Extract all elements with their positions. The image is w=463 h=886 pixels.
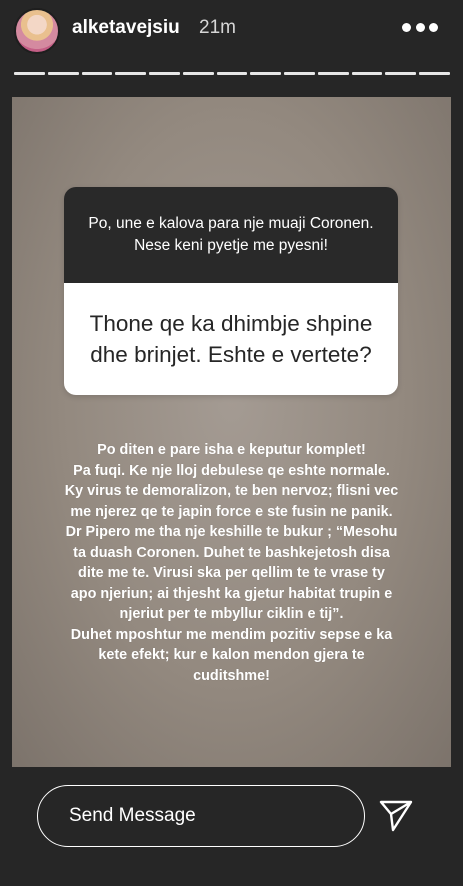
question-prompt: Po, une e kalova para nje muaji Coronen.… <box>64 187 398 283</box>
story-progress-bar <box>14 72 450 75</box>
progress-segment <box>419 72 450 75</box>
username[interactable]: alketavejsiu <box>72 17 180 39</box>
ellipsis-icon[interactable] <box>402 12 438 42</box>
progress-segment <box>250 72 282 75</box>
progress-segment <box>115 72 147 75</box>
progress-segment <box>351 72 383 75</box>
story-content[interactable]: Po, une e kalova para nje muaji Coronen.… <box>12 97 451 767</box>
story-header: alketavejsiu 21m <box>0 0 463 75</box>
post-time: 21m <box>199 17 236 38</box>
progress-segment <box>216 72 248 75</box>
progress-segment <box>182 72 214 75</box>
send-message-placeholder: Send Message <box>69 805 196 826</box>
progress-segment <box>385 72 417 75</box>
question-sticker: Po, une e kalova para nje muaji Coronen.… <box>64 187 398 395</box>
progress-segment <box>81 72 113 75</box>
progress-segment <box>284 72 315 75</box>
avatar[interactable] <box>14 8 60 54</box>
progress-segment <box>317 72 349 75</box>
answer-text: Po diten e pare isha e keputur komplet! … <box>64 442 399 684</box>
progress-segment <box>47 72 79 75</box>
question-text: Thone qe ka dhimbje shpine dhe brinjet. … <box>64 283 398 395</box>
progress-segment <box>149 72 180 75</box>
progress-segment <box>14 72 45 75</box>
send-message-input[interactable]: Send Message <box>37 785 365 847</box>
paper-plane-icon[interactable] <box>378 797 414 833</box>
